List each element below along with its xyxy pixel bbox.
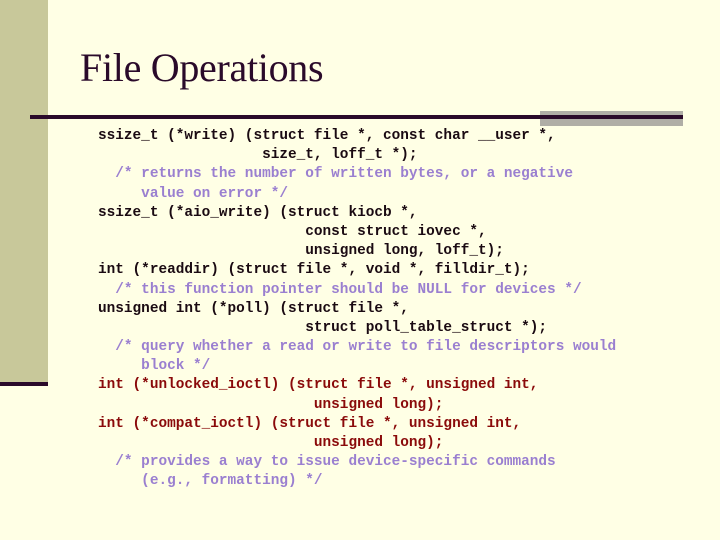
code-line: int (*unlocked_ioctl) (struct file *, un…: [98, 377, 539, 394]
code-comment-line: /* this function pointer should be NULL …: [98, 281, 582, 298]
code-comment-line: /* provides a way to issue device-specif…: [98, 454, 556, 471]
sidebar-decoration: [0, 0, 48, 382]
code-line: size_t, loff_t *);: [98, 147, 418, 164]
code-comment-line: value on error */: [98, 185, 288, 202]
code-line: struct poll_table_struct *);: [98, 319, 548, 336]
sidebar-accent-bar: [0, 382, 48, 386]
code-line: ssize_t (*aio_write) (struct kiocb *,: [98, 204, 418, 221]
code-line: int (*readdir) (struct file *, void *, f…: [98, 262, 530, 279]
code-line: unsigned long);: [98, 396, 444, 413]
title-rule: [30, 115, 683, 119]
code-line: int (*compat_ioctl) (struct file *, unsi…: [98, 415, 522, 432]
code-line: unsigned int (*poll) (struct file *,: [98, 300, 409, 317]
code-comment-line: (e.g., formatting) */: [98, 473, 323, 490]
code-line: const struct iovec *,: [98, 223, 487, 240]
code-comment-line: /* query whether a read or write to file…: [98, 339, 617, 356]
slide-title: File Operations: [80, 45, 324, 90]
code-line: unsigned long);: [98, 435, 444, 451]
code-comment-line: block */: [98, 358, 211, 375]
code-block: ssize_t (*write) (struct file *, const c…: [98, 127, 616, 492]
code-line: unsigned long, loff_t);: [98, 243, 504, 260]
code-comment-line: /* returns the number of written bytes, …: [98, 166, 573, 183]
code-line: ssize_t (*write) (struct file *, const c…: [98, 128, 556, 144]
